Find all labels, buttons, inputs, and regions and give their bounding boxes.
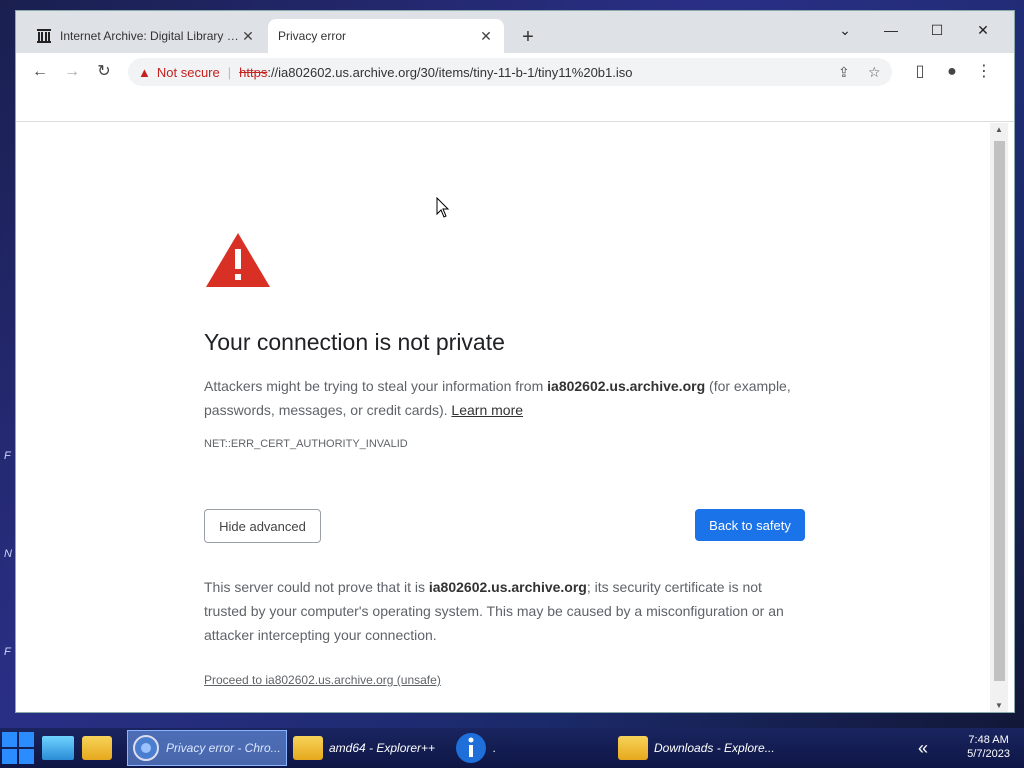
taskbar: Privacy error - Chro... amd64 - Explorer…	[0, 728, 1024, 768]
error-code: NET::ERR_CERT_AUTHORITY_INVALID	[204, 438, 408, 450]
taskbar-info[interactable]: .	[455, 730, 615, 766]
error-description: Attackers might be trying to steal your …	[204, 374, 804, 422]
tab-strip: Internet Archive: Digital Library of Fre…	[16, 11, 1014, 53]
bookmarks-bar	[16, 91, 1014, 122]
desktop-text-fragment: F	[4, 450, 11, 462]
scroll-up-icon[interactable]: ▲	[990, 123, 1008, 137]
info-icon	[456, 733, 486, 763]
desc-text: Attackers might be trying to steal your …	[204, 378, 548, 394]
error-triangle-icon	[206, 233, 270, 287]
taskbar-label: Downloads - Explore...	[654, 741, 775, 755]
close-tab-icon[interactable]: ✕	[478, 28, 494, 45]
scroll-down-icon[interactable]: ▼	[990, 699, 1008, 712]
host-name: ia802602.us.archive.org	[428, 579, 587, 595]
archive-icon	[36, 28, 52, 44]
side-panel-icon[interactable]: ▯	[906, 59, 934, 85]
start-button[interactable]	[2, 730, 34, 766]
taskbar-chrome[interactable]: Privacy error - Chro...	[127, 730, 287, 766]
proceed-unsafe-link[interactable]: Proceed to ia802602.us.archive.org (unsa…	[204, 673, 441, 687]
tab-title: Internet Archive: Digital Library of Fre…	[60, 29, 240, 43]
taskbar-downloads[interactable]: Downloads - Explore...	[618, 730, 778, 766]
url-text: ://ia802602.us.archive.org/30/items/tiny…	[267, 64, 633, 80]
back-to-safety-button[interactable]: Back to safety	[695, 509, 805, 541]
security-label[interactable]: Not secure	[157, 65, 220, 80]
warning-icon: ▲	[138, 64, 151, 80]
address-bar[interactable]: ▲ Not secure | https ://ia802602.us.arch…	[128, 58, 892, 86]
divider: |	[227, 64, 232, 80]
taskbar-label: Privacy error - Chro...	[166, 741, 281, 755]
file-explorer-icon[interactable]	[82, 730, 118, 766]
chrome-icon	[133, 735, 159, 761]
taskbar-label: amd64 - Explorer++	[329, 741, 436, 755]
mouse-cursor-icon	[436, 197, 450, 218]
tab-privacy-error[interactable]: Privacy error ✕	[268, 19, 504, 53]
desktop-text-fragment: F	[4, 646, 11, 658]
show-hidden-icons-button[interactable]: «	[918, 730, 928, 766]
menu-icon[interactable]: ⋮	[970, 59, 998, 85]
browser-window: Internet Archive: Digital Library of Fre…	[15, 10, 1015, 713]
folder-icon	[293, 736, 323, 760]
page-title: Your connection is not private	[204, 329, 505, 355]
hide-advanced-button[interactable]: Hide advanced	[204, 509, 321, 543]
folder-icon	[618, 736, 648, 760]
desktop-icon[interactable]	[42, 730, 74, 766]
desktop-text-fragment: N	[4, 548, 12, 560]
reload-button[interactable]: ↻	[90, 59, 118, 85]
tab-title: Privacy error	[278, 29, 347, 43]
browser-toolbar: ← → ↻ ▲ Not secure | https ://ia802602.u…	[16, 53, 1014, 91]
windows-icon	[2, 732, 34, 764]
page-content: Your connection is not private Attackers…	[16, 123, 990, 712]
taskbar-label: .	[493, 741, 497, 755]
vertical-scrollbar[interactable]: ▲ ▼	[990, 123, 1008, 712]
host-name: ia802602.us.archive.org	[547, 378, 706, 394]
profile-avatar-icon[interactable]: ●	[938, 59, 966, 85]
bookmark-star-icon[interactable]: ☆	[868, 64, 881, 81]
taskbar-explorerpp[interactable]: amd64 - Explorer++	[293, 730, 453, 766]
maximize-button[interactable]: ☐	[914, 17, 960, 43]
clock-date: 5/7/2023	[967, 748, 1010, 760]
explain-text: This server could not prove that it is	[204, 579, 429, 595]
certificate-explanation: This server could not prove that it is i…	[204, 575, 804, 647]
minimize-button[interactable]: —	[868, 17, 914, 43]
scroll-thumb[interactable]	[994, 141, 1005, 681]
url-scheme: https	[239, 64, 268, 80]
system-clock[interactable]: 7:48 AM 5/7/2023	[967, 733, 1010, 761]
close-tab-icon[interactable]: ✕	[240, 28, 256, 45]
tab-internet-archive[interactable]: Internet Archive: Digital Library of Fre…	[26, 19, 266, 53]
close-window-button[interactable]: ✕	[960, 17, 1006, 43]
back-button[interactable]: ←	[26, 59, 54, 85]
share-icon[interactable]: ⇪	[838, 64, 850, 81]
new-tab-button[interactable]: +	[516, 25, 540, 49]
forward-button[interactable]: →	[58, 59, 86, 85]
clock-time: 7:48 AM	[968, 734, 1009, 746]
tab-search-button[interactable]: ⌄	[822, 17, 868, 43]
learn-more-link[interactable]: Learn more	[451, 402, 523, 418]
